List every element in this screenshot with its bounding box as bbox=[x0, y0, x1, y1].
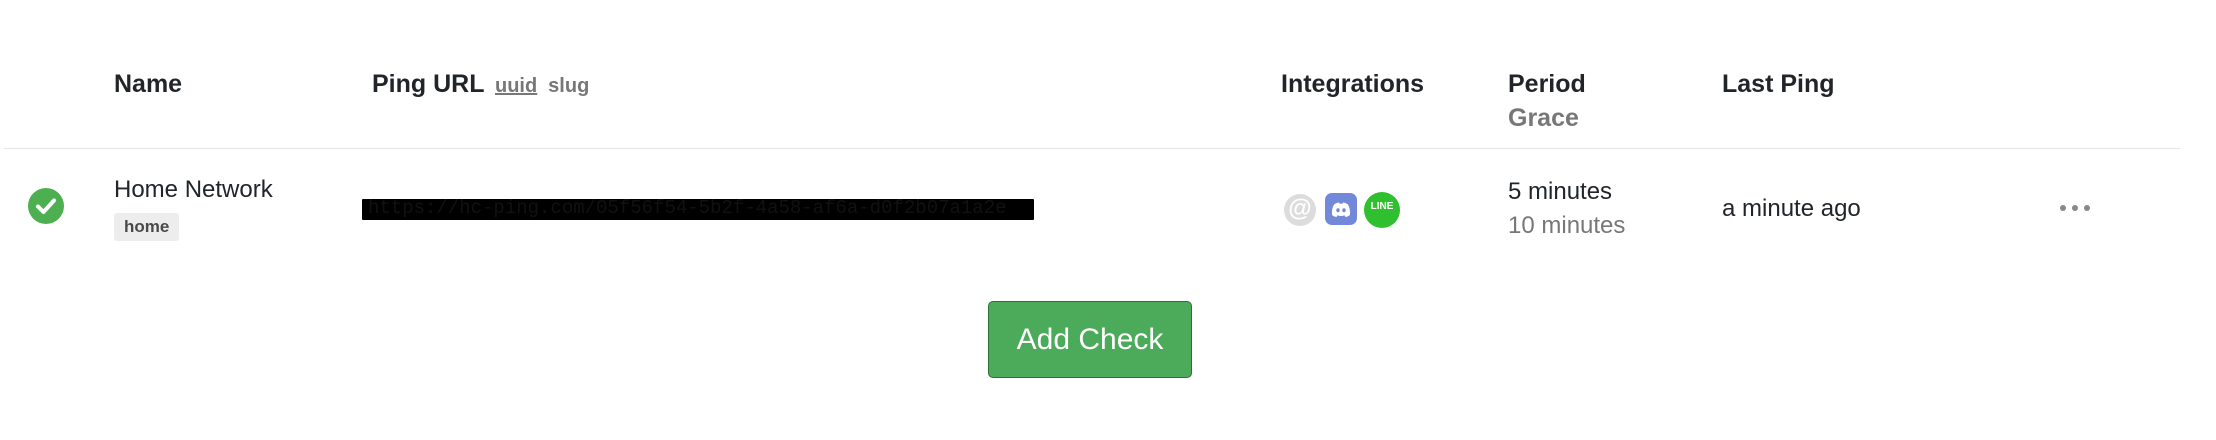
column-header-period: Period bbox=[1508, 70, 1586, 98]
ping-url-redacted[interactable]: https://hc-ping.com/05f56f54-5b2f-4a58-a… bbox=[362, 199, 1034, 220]
status-up-icon bbox=[28, 188, 64, 224]
line-icon-label: LINE bbox=[1370, 201, 1394, 212]
check-grace: 10 minutes bbox=[1508, 212, 1626, 239]
more-options-icon[interactable] bbox=[2060, 196, 2090, 220]
check-last-ping: a minute ago bbox=[1722, 195, 1861, 222]
column-header-ping-url: Ping URL uuid slug bbox=[372, 70, 589, 99]
check-name[interactable]: Home Network bbox=[114, 176, 273, 204]
column-header-name: Name bbox=[114, 70, 183, 98]
discord-icon[interactable] bbox=[1325, 193, 1357, 225]
url-mode-uuid-link[interactable]: uuid bbox=[495, 75, 537, 97]
check-tag[interactable]: home bbox=[114, 213, 180, 241]
column-header-last-ping: Last Ping bbox=[1722, 70, 1835, 98]
checks-page: Name Ping URL uuid slug Integrations Per… bbox=[0, 0, 2216, 440]
column-header-grace: Grace bbox=[1508, 104, 1579, 132]
email-icon[interactable]: @ bbox=[1284, 194, 1316, 226]
line-icon[interactable]: LINE bbox=[1364, 192, 1400, 228]
ping-url-text: https://hc-ping.com/05f56f54-5b2f-4a58-a… bbox=[368, 199, 1007, 219]
ping-url-header-label: Ping URL bbox=[372, 70, 485, 98]
header-divider bbox=[4, 148, 2180, 149]
email-icon-glyph: @ bbox=[1288, 195, 1312, 222]
check-period: 5 minutes bbox=[1508, 178, 1613, 205]
add-check-button[interactable]: Add Check bbox=[988, 301, 1192, 378]
url-mode-slug-link[interactable]: slug bbox=[548, 75, 589, 97]
column-header-integrations: Integrations bbox=[1281, 70, 1425, 98]
